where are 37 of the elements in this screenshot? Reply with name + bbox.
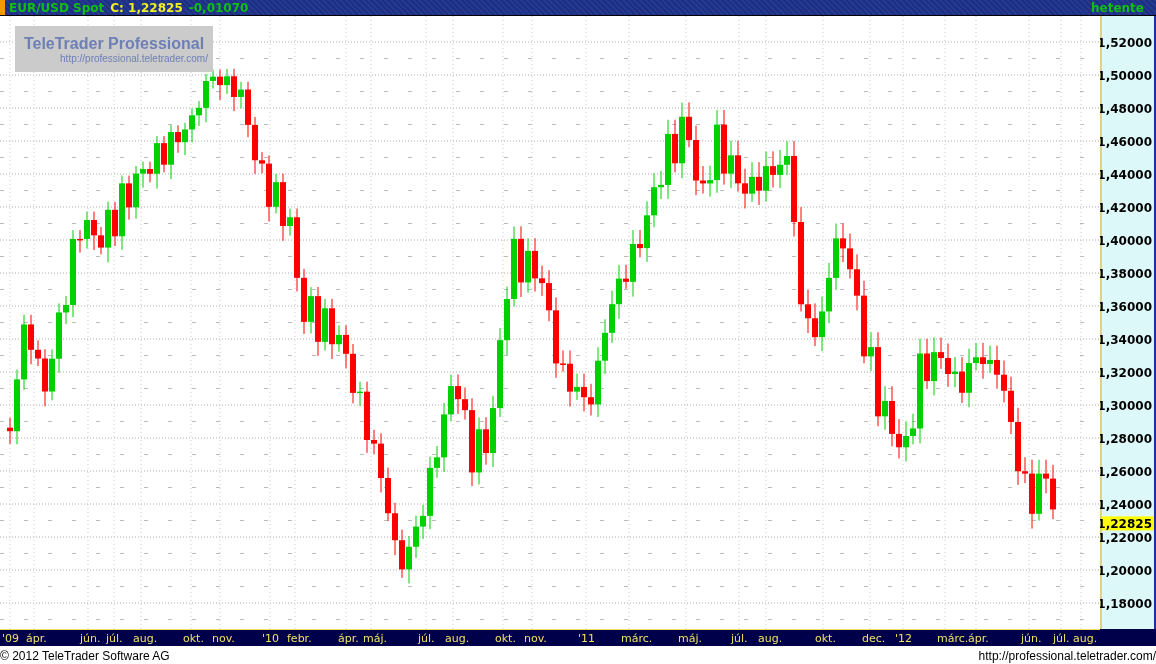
date-label: máj. bbox=[678, 632, 702, 645]
date-label: '12 bbox=[895, 632, 913, 645]
date-label: júl. bbox=[731, 632, 748, 645]
date-label: júl. bbox=[106, 632, 123, 645]
date-label: ápr. bbox=[968, 632, 989, 645]
date-label: aug. bbox=[1073, 632, 1098, 645]
date-label: aug. bbox=[758, 632, 783, 645]
marker-icon bbox=[0, 0, 5, 15]
date-label: okt. bbox=[815, 632, 836, 645]
date-label: nov. bbox=[212, 632, 235, 645]
date-label: dec. bbox=[862, 632, 886, 645]
symbol-title: EUR/USD Spot bbox=[9, 0, 105, 15]
footer-url: http://professional.teletrader.com/ bbox=[978, 648, 1156, 663]
logo-text: TeleTrader Professional bbox=[23, 34, 205, 53]
date-label: okt. bbox=[495, 632, 516, 645]
date-label: ápr. bbox=[338, 632, 359, 645]
date-label: aug. bbox=[133, 632, 158, 645]
date-label: júl. bbox=[1053, 632, 1070, 645]
date-label: máj. bbox=[363, 632, 387, 645]
date-label: jún. bbox=[1021, 632, 1042, 645]
logo-url: http://professional.teletrader.com/ bbox=[60, 52, 208, 64]
date-label: aug. bbox=[445, 632, 470, 645]
date-label: márc. bbox=[621, 632, 653, 645]
date-label: nov. bbox=[524, 632, 547, 645]
date-label: '11 bbox=[578, 632, 596, 645]
date-label: febr. bbox=[287, 632, 312, 645]
date-label: '10 bbox=[262, 632, 280, 645]
copyright-text: © 2012 TeleTrader Software AG bbox=[0, 648, 170, 663]
close-price: C: 1,22825 bbox=[110, 0, 183, 15]
period-label: hetente bbox=[1091, 0, 1144, 15]
date-label: márc. bbox=[937, 632, 969, 645]
date-label: okt. bbox=[183, 632, 204, 645]
date-label: júl. bbox=[418, 632, 435, 645]
date-label: '09 bbox=[2, 632, 20, 645]
date-label: ápr. bbox=[26, 632, 47, 645]
date-label: jún. bbox=[80, 632, 101, 645]
price-change: -0,01070 bbox=[188, 0, 249, 15]
